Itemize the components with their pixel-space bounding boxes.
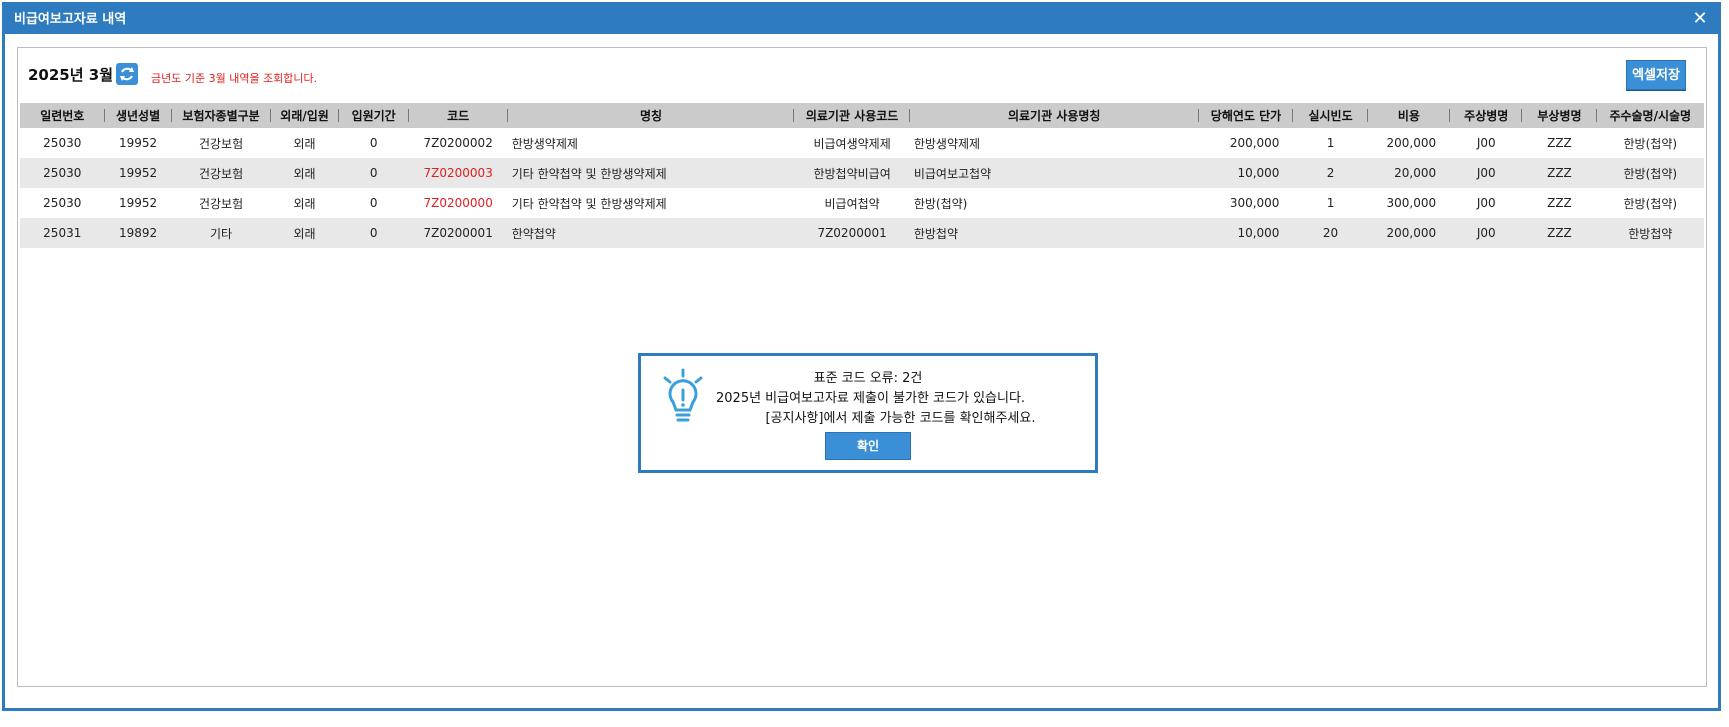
- cell-inst-name: 한방생약제제: [913, 136, 981, 151]
- cell-cost: 20,000: [1367, 158, 1451, 188]
- cell-name: 한방생약제제: [511, 136, 578, 151]
- cell-name: 기타 한약첩약 및 한방생약제제: [507, 158, 795, 188]
- cell-frequency: 1: [1326, 196, 1335, 210]
- excel-save-button[interactable]: 엑셀저장: [1626, 60, 1686, 90]
- cell-birth: 19952: [118, 196, 158, 210]
- cell-sub-dx: ZZZ: [1547, 136, 1572, 150]
- cell-sub-dx: ZZZ: [1522, 218, 1597, 248]
- cell-unit-price: 300,000: [1229, 196, 1280, 210]
- col-unit-price[interactable]: 당해연도 단가: [1198, 103, 1294, 128]
- report-window: 비급여보고자료 내역 ✕ 2025년 3월 금년도 기준 3월 내역을 조회합니…: [2, 2, 1721, 711]
- cell-main-dx: J00: [1476, 136, 1496, 150]
- cell-main-dx: J00: [1450, 158, 1523, 188]
- cell-cost: 200,000: [1367, 218, 1451, 248]
- code-error-dialog: 표준 코드 오류: 2건 2025년 비급여보고자료 제출이 불가한 코드가 있…: [638, 353, 1098, 473]
- cell-serial: 25030: [20, 158, 105, 188]
- cell-inst-code: 비급여첩약: [824, 196, 880, 211]
- cell-code: 7Z0200000: [423, 196, 493, 210]
- refresh-icon[interactable]: [116, 63, 138, 85]
- dialog-error-count: 표준 코드 오류: 2건: [813, 371, 923, 386]
- cell-code: 7Z0200003: [408, 158, 508, 188]
- cell-visit-type: 외래: [293, 136, 316, 151]
- cell-stay: 0: [369, 136, 378, 150]
- col-inst-name[interactable]: 의료기관 사용명칭: [909, 103, 1199, 128]
- close-icon[interactable]: ✕: [1690, 9, 1710, 29]
- col-serial[interactable]: 일련번호: [20, 103, 105, 128]
- cell-main-dx: J00: [1476, 196, 1496, 210]
- col-frequency[interactable]: 실시빈도: [1293, 103, 1368, 128]
- cell-serial: 25030: [43, 196, 82, 210]
- table-row[interactable]: 25030 19952 건강보험 외래 0 7Z0200002 한방생약제제 비급여생약제제 한…: [20, 128, 1704, 158]
- cell-birth: 19952: [118, 136, 158, 150]
- cell-cost: 300,000: [1386, 196, 1437, 210]
- cell-visit-type: 외래: [270, 218, 339, 248]
- cell-procedure: 한방(첩약): [1623, 196, 1678, 211]
- cell-frequency: 20: [1293, 218, 1368, 248]
- cell-unit-price: 10,000: [1198, 218, 1294, 248]
- col-stay[interactable]: 입원기간: [338, 103, 409, 128]
- table-row[interactable]: 25030 19952 건강보험 외래 0 7Z0200000 기타 한약첩약 및 한방생약…: [20, 188, 1704, 218]
- cell-frequency: 1: [1326, 136, 1335, 150]
- confirm-button[interactable]: 확인: [825, 432, 911, 460]
- notice-text: 금년도 기준 3월 내역을 조회합니다.: [151, 72, 318, 85]
- window-title: 비급여보고자료 내역: [14, 12, 127, 27]
- col-visit-type[interactable]: 외래/입원: [270, 103, 339, 128]
- cell-inst-code: 7Z0200001: [794, 218, 910, 248]
- cell-insurance: 기타: [171, 218, 271, 248]
- cell-visit-type: 외래: [270, 158, 339, 188]
- cell-inst-name: 한방첩약: [909, 218, 1199, 248]
- cell-inst-code: 비급여생약제제: [813, 136, 891, 151]
- cell-procedure: 한방첩약: [1596, 218, 1704, 248]
- cell-insurance: 건강보험: [171, 158, 271, 188]
- cell-visit-type: 외래: [293, 196, 316, 211]
- cell-stay: 0: [338, 218, 409, 248]
- cell-birth: 19892: [104, 218, 172, 248]
- cell-serial: 25031: [20, 218, 105, 248]
- col-sub-dx[interactable]: 부상병명: [1522, 103, 1597, 128]
- cell-stay: 0: [338, 158, 409, 188]
- cell-frequency: 2: [1293, 158, 1368, 188]
- cell-procedure: 한방(첩약): [1596, 158, 1704, 188]
- col-code[interactable]: 코드: [408, 103, 508, 128]
- col-name[interactable]: 명칭: [507, 103, 795, 128]
- cell-insurance: 건강보험: [198, 136, 244, 151]
- cell-inst-name: 비급여보고첩약: [909, 158, 1199, 188]
- cell-insurance: 건강보험: [198, 196, 244, 211]
- dialog-instruction: [공지사항]에서 제출 가능한 코드를 확인해주세요.: [765, 411, 1036, 426]
- cell-code: 7Z0200001: [408, 218, 508, 248]
- col-procedure[interactable]: 주수술명/시술명: [1596, 103, 1704, 128]
- cell-birth: 19952: [104, 158, 172, 188]
- cell-serial: 25030: [43, 136, 82, 150]
- cell-code: 7Z0200002: [423, 136, 493, 150]
- cell-inst-name: 한방(첩약): [913, 196, 968, 211]
- col-insurance[interactable]: 보험자종별구분: [171, 103, 271, 128]
- cell-sub-dx: ZZZ: [1522, 158, 1597, 188]
- cell-unit-price: 200,000: [1229, 136, 1280, 150]
- report-table: 일련번호 생년성별 보험자종별구분 외래/입원 입원기간 코드 명칭 의료기관 …: [20, 103, 1704, 248]
- cell-main-dx: J00: [1450, 218, 1523, 248]
- col-birth[interactable]: 생년성별: [104, 103, 172, 128]
- col-main-dx[interactable]: 주상병명: [1450, 103, 1523, 128]
- col-cost[interactable]: 비용: [1367, 103, 1451, 128]
- col-inst-code[interactable]: 의료기관 사용코드: [794, 103, 910, 128]
- dialog-message: 2025년 비급여보고자료 제출이 불가한 코드가 있습니다.: [716, 391, 1026, 406]
- content-panel: 2025년 3월 금년도 기준 3월 내역을 조회합니다. 엑셀저장 일련번호: [17, 47, 1707, 687]
- cell-sub-dx: ZZZ: [1547, 196, 1572, 210]
- cell-unit-price: 10,000: [1198, 158, 1294, 188]
- cell-stay: 0: [369, 196, 378, 210]
- table-row[interactable]: 25031 19892 기타 외래 0 7Z0200001 한약첩약 7Z0200001 한방첩…: [20, 218, 1704, 248]
- cell-procedure: 한방(첩약): [1623, 136, 1678, 151]
- table-row[interactable]: 25030 19952 건강보험 외래 0 7Z0200003 기타 한약첩약 및 한방생약…: [20, 158, 1704, 188]
- cell-inst-code: 한방첩약비급여: [794, 158, 910, 188]
- cell-name: 한약첩약: [507, 218, 795, 248]
- title-bar: 비급여보고자료 내역 ✕: [5, 5, 1718, 34]
- table-header-row: 일련번호 생년성별 보험자종별구분 외래/입원 입원기간 코드 명칭 의료기관 …: [20, 103, 1704, 128]
- cell-name: 기타 한약첩약 및 한방생약제제: [511, 196, 667, 211]
- cell-cost: 200,000: [1386, 136, 1437, 150]
- period-label: 2025년 3월: [28, 66, 114, 84]
